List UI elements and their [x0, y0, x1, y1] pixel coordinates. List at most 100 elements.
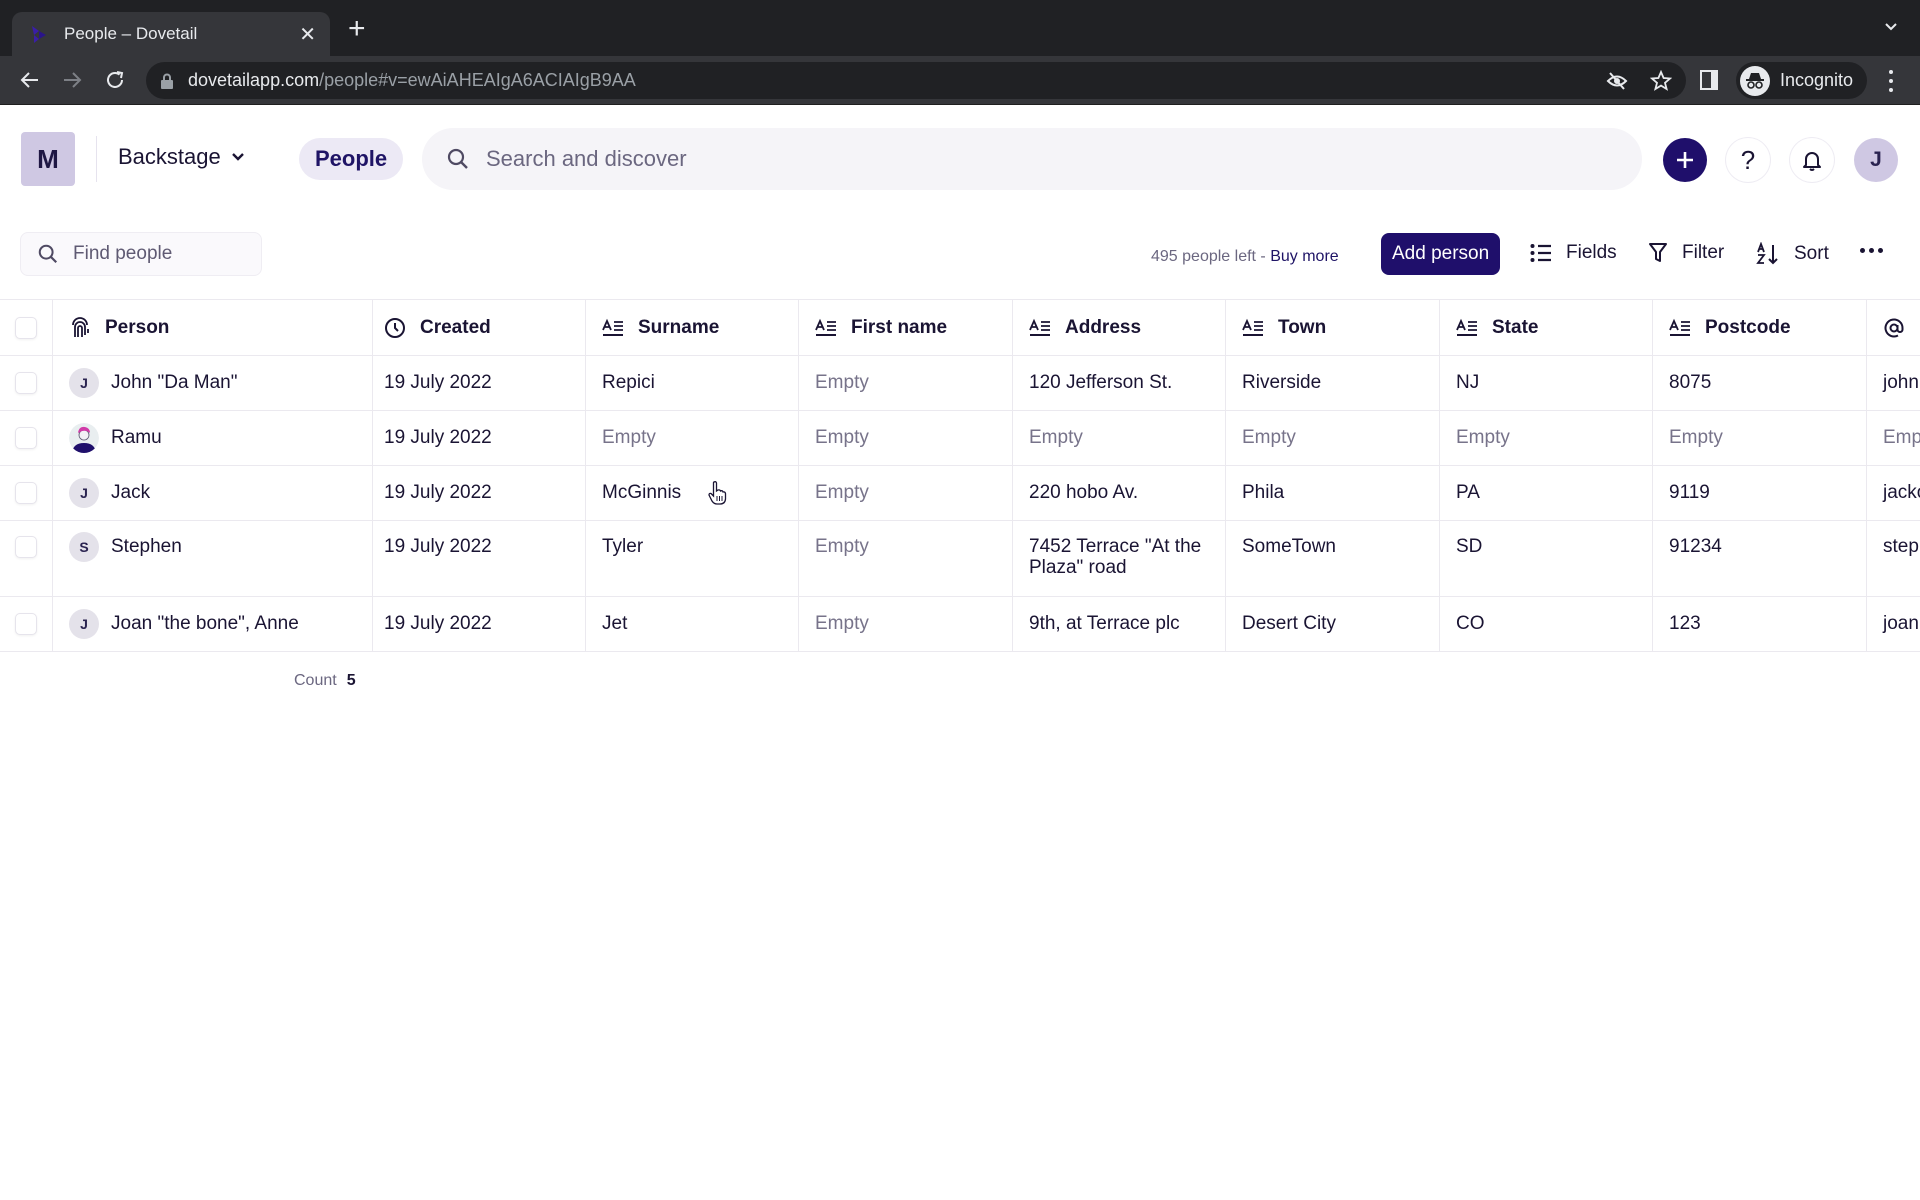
- plus-icon: [1677, 152, 1693, 168]
- address-bar[interactable]: dovetailapp.com/people#v=ewAiAHEAIgA6ACI…: [146, 62, 1686, 99]
- surname-cell[interactable]: Repici: [586, 356, 799, 410]
- filter-button[interactable]: Filter: [1648, 242, 1724, 264]
- side-panel-icon[interactable]: [1700, 70, 1718, 90]
- select-all-checkbox[interactable]: [15, 316, 37, 339]
- add-person-button[interactable]: Add person: [1381, 233, 1501, 275]
- table-row[interactable]: S Stephen 19 July 2022 Tyler Empty 7452 …: [0, 521, 1920, 597]
- town-cell[interactable]: Riverside: [1226, 356, 1440, 410]
- address-cell[interactable]: Empty: [1013, 411, 1226, 465]
- browser-tab[interactable]: People – Dovetail ✕: [12, 12, 330, 56]
- column-header-created[interactable]: Created: [373, 300, 586, 355]
- fields-button[interactable]: Fields: [1530, 242, 1617, 264]
- person-cell[interactable]: J John "Da Man": [53, 356, 373, 410]
- table-row[interactable]: J Joan "the bone", Anne 19 July 2022 Jet…: [0, 597, 1920, 652]
- town-cell[interactable]: Desert City: [1226, 597, 1440, 651]
- help-button[interactable]: ?: [1726, 138, 1770, 182]
- state-cell[interactable]: NJ: [1440, 356, 1653, 410]
- user-avatar[interactable]: J: [1854, 138, 1898, 182]
- filter-label: Filter: [1682, 242, 1725, 263]
- email-cell[interactable]: joan: [1867, 597, 1920, 651]
- tracking-protection-eye-off-icon[interactable]: [1606, 70, 1628, 92]
- address-cell[interactable]: 9th, at Terrace plc: [1013, 597, 1226, 651]
- state-cell[interactable]: SD: [1440, 521, 1653, 596]
- person-cell[interactable]: J Jack: [53, 466, 373, 520]
- person-avatar: J: [69, 368, 99, 398]
- table-row[interactable]: J Jack 19 July 2022 McGinnis Empty 220 h…: [0, 466, 1920, 521]
- column-header-surname[interactable]: Surname: [586, 300, 799, 355]
- address-cell[interactable]: 7452 Terrace "At the Plaza" road: [1013, 521, 1226, 596]
- nav-people[interactable]: People: [299, 138, 404, 180]
- postcode-cell[interactable]: 91234: [1653, 521, 1867, 596]
- buy-more-link[interactable]: Buy more: [1270, 248, 1338, 265]
- first-name-cell[interactable]: Empty: [799, 597, 1013, 651]
- column-header-postcode[interactable]: Postcode: [1653, 300, 1867, 355]
- row-checkbox[interactable]: [15, 482, 37, 504]
- email-cell[interactable]: jacko: [1867, 466, 1920, 520]
- find-people-search[interactable]: [20, 232, 262, 276]
- person-cell[interactable]: S Stephen: [53, 521, 373, 596]
- column-header-email[interactable]: [1867, 300, 1920, 355]
- town-cell[interactable]: SomeTown: [1226, 521, 1440, 596]
- row-checkbox[interactable]: [15, 536, 37, 558]
- person-photo-avatar: [69, 423, 99, 453]
- first-name-cell[interactable]: Empty: [799, 521, 1013, 596]
- incognito-profile-button[interactable]: Incognito: [1736, 62, 1868, 99]
- surname-cell[interactable]: Tyler: [586, 521, 799, 596]
- postcode-cell[interactable]: 123: [1653, 597, 1867, 651]
- address-cell[interactable]: 120 Jefferson St.: [1013, 356, 1226, 410]
- column-header-first-name[interactable]: First name: [799, 300, 1013, 355]
- column-label: Created: [420, 316, 491, 338]
- row-checkbox[interactable]: [15, 427, 37, 449]
- town-cell[interactable]: Phila: [1226, 466, 1440, 520]
- row-checkbox[interactable]: [15, 372, 37, 394]
- person-cell[interactable]: Ramu: [53, 411, 373, 465]
- state-cell[interactable]: Empty: [1440, 411, 1653, 465]
- address-cell[interactable]: 220 hobo Av.: [1013, 466, 1226, 520]
- tab-search-chevron-icon[interactable]: [1884, 20, 1898, 34]
- global-search[interactable]: [422, 128, 1642, 190]
- first-name-cell[interactable]: Empty: [799, 466, 1013, 520]
- email-cell[interactable]: step: [1867, 521, 1920, 596]
- global-search-input[interactable]: [486, 146, 1486, 172]
- surname-cell[interactable]: Empty: [586, 411, 799, 465]
- first-name-cell[interactable]: Empty: [799, 411, 1013, 465]
- column-header-person[interactable]: Person: [53, 300, 373, 355]
- column-header-state[interactable]: State: [1440, 300, 1653, 355]
- sort-button[interactable]: Sort: [1756, 242, 1829, 266]
- postcode-cell[interactable]: 9119: [1653, 466, 1867, 520]
- town-cell[interactable]: Empty: [1226, 411, 1440, 465]
- surname-cell[interactable]: Jet: [586, 597, 799, 651]
- surname-value: McGinnis: [602, 482, 682, 503]
- table-row[interactable]: J John "Da Man" 19 July 2022 Repici Empt…: [0, 356, 1920, 411]
- postcode-cell[interactable]: Empty: [1653, 411, 1867, 465]
- email-cell[interactable]: Emp: [1867, 411, 1920, 465]
- column-header-address[interactable]: Address: [1013, 300, 1226, 355]
- create-button[interactable]: [1663, 138, 1707, 182]
- find-people-input[interactable]: [73, 243, 253, 265]
- email-cell[interactable]: john: [1867, 356, 1920, 410]
- row-select-cell: [0, 466, 53, 520]
- header-divider: [96, 136, 97, 182]
- more-options-icon[interactable]: [1860, 248, 1883, 253]
- first-name-cell[interactable]: Empty: [799, 356, 1013, 410]
- tab-close-icon[interactable]: ✕: [299, 22, 316, 47]
- state-cell[interactable]: CO: [1440, 597, 1653, 651]
- text-field-icon: [1669, 318, 1690, 336]
- reload-icon[interactable]: [103, 68, 127, 92]
- postcode-cell[interactable]: 8075: [1653, 356, 1867, 410]
- person-cell[interactable]: J Joan "the bone", Anne: [53, 597, 373, 651]
- new-tab-button[interactable]: +: [348, 14, 366, 44]
- row-checkbox[interactable]: [15, 613, 37, 635]
- notifications-button[interactable]: [1790, 138, 1834, 182]
- workspace-switcher[interactable]: Backstage: [118, 144, 245, 170]
- workspace-avatar[interactable]: M: [21, 132, 75, 186]
- bookmark-star-icon[interactable]: [1650, 70, 1672, 92]
- person-name: Jack: [111, 482, 151, 503]
- state-cell[interactable]: PA: [1440, 466, 1653, 520]
- back-icon[interactable]: [18, 68, 42, 92]
- table-row[interactable]: Ramu 19 July 2022 Empty Empty Empty Empt…: [0, 411, 1920, 466]
- browser-menu-icon[interactable]: [1888, 70, 1894, 92]
- forward-icon[interactable]: [60, 68, 84, 92]
- column-header-town[interactable]: Town: [1226, 300, 1440, 355]
- surname-cell-hovered[interactable]: McGinnis: [586, 466, 799, 520]
